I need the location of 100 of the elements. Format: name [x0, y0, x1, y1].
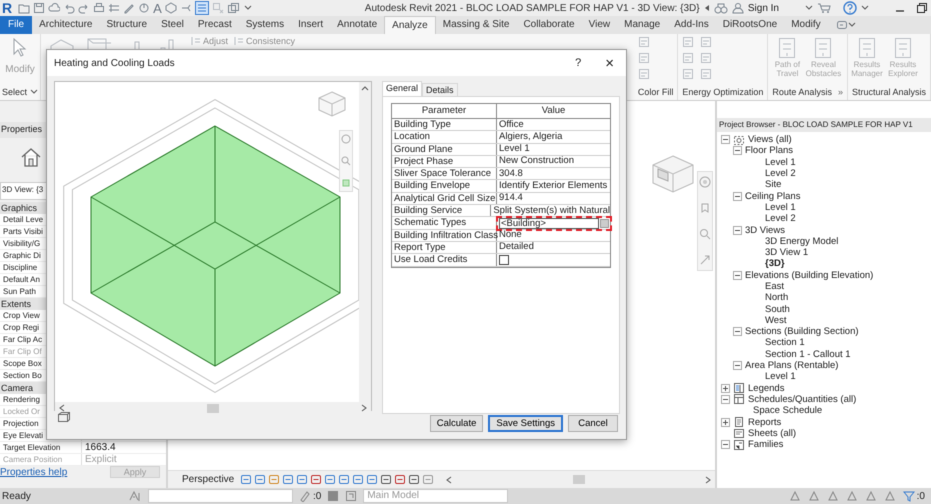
tool-icon[interactable]: [682, 68, 694, 80]
tool-icon[interactable]: [682, 36, 694, 48]
tree-item[interactable]: South: [765, 304, 790, 315]
tree-item[interactable]: Sections (Building Section): [745, 326, 859, 338]
ribbon-tab[interactable]: File: [0, 16, 32, 34]
zoom-icon[interactable]: [699, 228, 711, 240]
tree-item[interactable]: Ceiling Plans: [745, 190, 800, 202]
ribbon-tab[interactable]: Collaborate: [516, 16, 582, 34]
scroll-thumb[interactable]: [207, 404, 219, 412]
save-icon[interactable]: [33, 2, 46, 14]
ribbon-tab[interactable]: Massing & Site: [436, 16, 516, 34]
dialog-tab[interactable]: Details: [422, 83, 458, 96]
ribbon-tab[interactable]: Architecture: [32, 16, 100, 34]
horizontal-scrollbar[interactable]: [55, 402, 371, 414]
tool-icon[interactable]: [638, 52, 650, 64]
scroll-right-icon[interactable]: [705, 476, 711, 484]
checkbox[interactable]: [499, 254, 509, 265]
workset-icon[interactable]: [128, 490, 142, 502]
ribbon-tab[interactable]: Insert: [291, 16, 330, 34]
tree-item[interactable]: Reports: [748, 416, 782, 428]
properties-help-link[interactable]: Properties help: [0, 466, 68, 478]
restore-icon[interactable]: [917, 3, 927, 13]
ribbon-tab[interactable]: Analyze: [384, 16, 436, 34]
tree-item[interactable]: Space Schedule: [753, 405, 822, 416]
dialog-button[interactable]: Save Settings: [488, 415, 563, 432]
user-icon[interactable]: [732, 2, 744, 14]
app-logo[interactable]: R: [2, 0, 12, 16]
sign-in-link[interactable]: Sign In: [748, 2, 779, 14]
expand-icon[interactable]: [721, 418, 730, 427]
navigation-bar[interactable]: [339, 130, 353, 192]
tree-item[interactable]: Level 1: [765, 202, 796, 213]
tool-icon[interactable]: [700, 68, 712, 80]
cloud-icon[interactable]: [48, 2, 60, 14]
tree-item[interactable]: North: [765, 292, 788, 304]
filter-icon[interactable]: [902, 490, 915, 502]
value-field[interactable]: <Building>: [499, 218, 599, 230]
tree-item[interactable]: Level 1: [765, 156, 796, 168]
text-tool[interactable]: A: [153, 0, 162, 16]
ribbon-tab[interactable]: View: [582, 16, 618, 34]
print-icon[interactable]: [93, 2, 106, 14]
expand-icon[interactable]: [721, 384, 730, 393]
zoom-extents-icon[interactable]: [341, 178, 351, 188]
ribbon-tab[interactable]: Systems: [238, 16, 292, 34]
tree-item[interactable]: Families: [748, 439, 784, 450]
panel-toggle-icon[interactable]: [836, 20, 856, 30]
tool-icon[interactable]: [700, 52, 712, 64]
dialog-button[interactable]: Calculate: [430, 415, 484, 432]
undo-icon[interactable]: [63, 2, 76, 14]
tree-item[interactable]: Area Plans (Rentable): [745, 360, 838, 372]
tool-icon[interactable]: [638, 36, 650, 48]
caret-icon[interactable]: [861, 4, 869, 12]
ribbon-tab[interactable]: Precast: [190, 16, 239, 34]
measure-icon[interactable]: [108, 2, 120, 14]
browse-button[interactable]: [600, 219, 609, 228]
tree-item[interactable]: West: [765, 314, 786, 326]
tree-item[interactable]: East: [765, 281, 784, 292]
ribbon-tab[interactable]: Structure: [99, 16, 154, 34]
close-button[interactable]: ×: [605, 54, 614, 72]
tree-item[interactable]: 3D View 1: [765, 247, 808, 258]
collapse-icon[interactable]: [733, 361, 742, 370]
caret-icon[interactable]: [704, 4, 710, 12]
collapse-icon[interactable]: [733, 270, 742, 280]
collapse-icon[interactable]: [733, 192, 742, 201]
ribbon-tab[interactable]: Manage: [617, 16, 668, 34]
view-cube-icon[interactable]: [317, 90, 347, 118]
thin-lines-icon[interactable]: [194, 1, 209, 15]
cart-icon[interactable]: [817, 2, 831, 14]
binoculars-icon[interactable]: [714, 2, 728, 14]
help-icon[interactable]: [843, 1, 857, 15]
tree-item[interactable]: Views (all): [748, 134, 792, 146]
zoom-icon[interactable]: [341, 156, 351, 166]
scroll-thumb[interactable]: [572, 475, 585, 484]
tree-item[interactable]: Schedules/Quantities (all): [748, 394, 856, 405]
tool-icon[interactable]: [700, 36, 712, 48]
scroll-left-icon[interactable]: [446, 476, 452, 484]
tree-item[interactable]: Level 2: [765, 168, 796, 180]
tree-item[interactable]: Level 2: [765, 213, 796, 224]
ribbon-tab[interactable]: Annotate: [330, 16, 384, 34]
scroll-left-icon[interactable]: [59, 404, 65, 412]
switch-windows-icon[interactable]: [226, 2, 241, 14]
tree-item[interactable]: Legends: [748, 382, 784, 394]
tool-icon[interactable]: [638, 68, 650, 80]
pencil-icon[interactable]: [299, 490, 311, 502]
dialog-button[interactable]: Cancel: [568, 415, 618, 432]
panel-expander[interactable]: »: [838, 87, 843, 97]
open-folder-icon[interactable]: [18, 2, 30, 14]
tree-item[interactable]: Elevations (Building Elevation): [745, 270, 874, 281]
tree-item[interactable]: Floor Plans: [745, 145, 794, 156]
ribbon-tab[interactable]: Steel: [154, 16, 191, 34]
tree-item[interactable]: {3D}: [765, 258, 785, 270]
pencil-icon[interactable]: [123, 2, 136, 14]
collapse-icon[interactable]: [721, 394, 730, 404]
scroll-up-icon[interactable]: [361, 85, 369, 91]
caret-icon[interactable]: [805, 4, 813, 12]
tree-item[interactable]: 3D Energy Model: [765, 236, 838, 247]
tool-icon[interactable]: [682, 52, 694, 64]
tree-item[interactable]: Section 1: [765, 337, 805, 348]
ribbon-tab[interactable]: Add-Ins: [667, 16, 716, 34]
wheel-icon[interactable]: [699, 176, 711, 188]
view-cube-icon[interactable]: [650, 153, 696, 195]
